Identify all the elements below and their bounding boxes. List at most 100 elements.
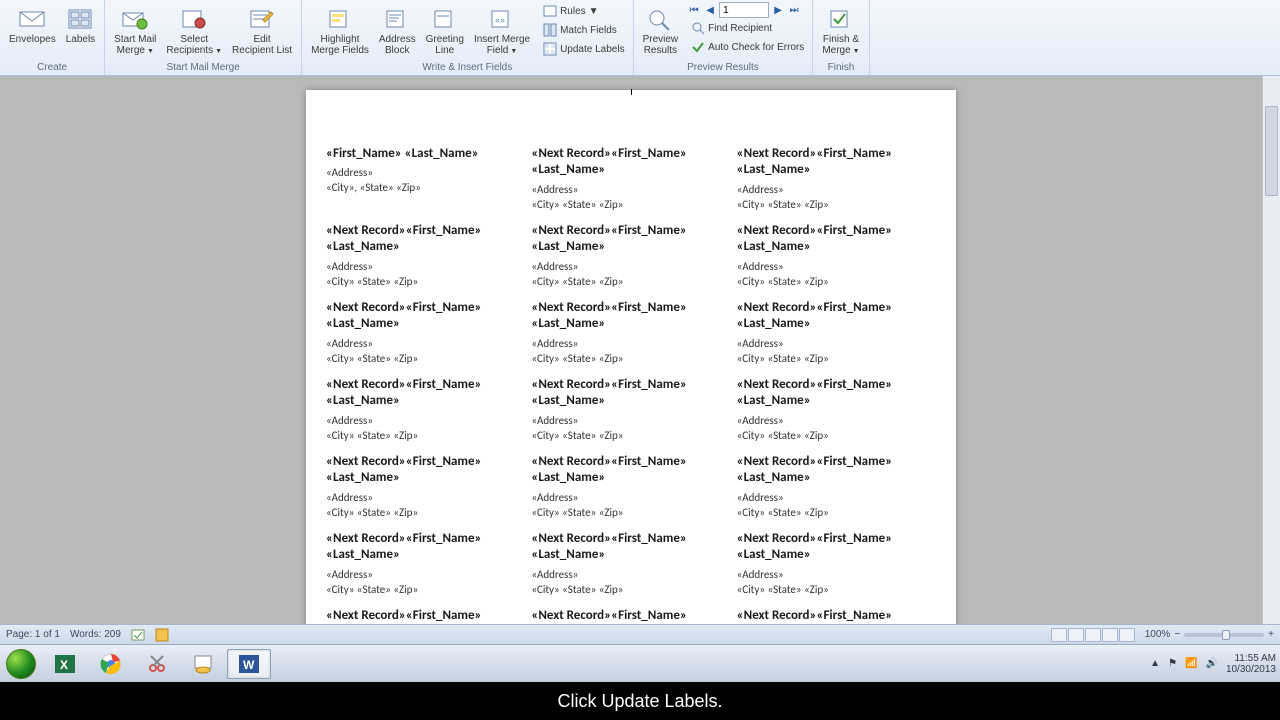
label-cell[interactable]: «Next Record»«First_Name» «Last_Name»«Ad…	[531, 223, 730, 300]
start-button[interactable]	[0, 645, 42, 683]
label-cell[interactable]: «Next Record»«First_Name» «Last_Name»«Ad…	[326, 531, 525, 608]
rules-button[interactable]: Rules▼	[539, 2, 629, 20]
mail-merge-icon	[121, 5, 149, 33]
tray-up-icon[interactable]: ▲	[1150, 658, 1160, 669]
zoom-slider[interactable]	[1184, 633, 1264, 637]
match-fields-icon	[543, 23, 557, 37]
tray-clock[interactable]: 11:55 AM 10/30/2013	[1226, 653, 1276, 675]
preview-icon	[646, 5, 674, 33]
record-number-input[interactable]	[719, 2, 769, 18]
windows-logo-icon	[6, 649, 36, 679]
taskbar-word[interactable]: W	[227, 649, 271, 679]
label-cell[interactable]: «Next Record»«First_Name» «Last_Name»«Ad…	[737, 146, 936, 223]
tray-volume-icon[interactable]: 🔊	[1205, 658, 1217, 669]
label-cell[interactable]: «Next Record»«First_Name» «Last_Name»«Ad…	[326, 223, 525, 300]
video-caption: Click Update Labels.	[0, 682, 1280, 720]
highlight-merge-fields-button[interactable]: Highlight Merge Fields	[306, 2, 374, 59]
label-cell[interactable]: «Next Record»«First_Name» «Last_Name»«Ad…	[531, 531, 730, 608]
prev-record-button[interactable]: ◀	[703, 3, 717, 17]
start-mail-merge-button[interactable]: Start Mail Merge▼	[109, 2, 161, 59]
zoom-percent[interactable]: 100%	[1145, 629, 1171, 640]
status-bar: Page: 1 of 1 Words: 209 100% − +	[0, 624, 1280, 644]
view-draft[interactable]	[1119, 628, 1135, 642]
zoom-slider-knob[interactable]	[1222, 630, 1230, 640]
edit-list-icon	[248, 5, 276, 33]
system-tray: ▲ ⚑ 📶 🔊 11:55 AM 10/30/2013	[1150, 653, 1280, 675]
record-navigation: ⏮ ◀ ▶ ⏭	[687, 2, 808, 18]
document-page[interactable]: «First_Name» «Last_Name»«Address»«City»,…	[306, 90, 956, 644]
view-full-screen[interactable]	[1068, 628, 1084, 642]
zoom-in-button[interactable]: +	[1268, 629, 1274, 640]
next-record-button[interactable]: ▶	[771, 3, 785, 17]
finish-merge-button[interactable]: Finish & Merge▼	[817, 2, 864, 59]
update-labels-button[interactable]: Update Labels	[539, 40, 629, 58]
label-cell[interactable]: «Next Record»«First_Name» «Last_Name»«Ad…	[737, 300, 936, 377]
view-web-layout[interactable]	[1085, 628, 1101, 642]
ribbon-group-create: Envelopes Labels Create	[0, 0, 105, 75]
zoom-control: 100% − +	[1145, 629, 1274, 640]
view-print-layout[interactable]	[1051, 628, 1067, 642]
label-cell[interactable]: «Next Record»«First_Name» «Last_Name»«Ad…	[531, 146, 730, 223]
ruler-cursor-marker	[631, 89, 632, 95]
labels-grid: «First_Name» «Last_Name»«Address»«City»,…	[326, 146, 936, 644]
status-page[interactable]: Page: 1 of 1	[6, 629, 60, 640]
labels-button[interactable]: Labels	[61, 2, 100, 48]
edit-recipient-list-button[interactable]: Edit Recipient List	[227, 2, 297, 59]
status-words[interactable]: Words: 209	[70, 629, 121, 640]
address-block-button[interactable]: Address Block	[374, 2, 421, 59]
label-cell[interactable]: «Next Record»«First_Name» «Last_Name»«Ad…	[326, 377, 525, 454]
group-label-wif: Write & Insert Fields	[306, 61, 629, 75]
app-window: Envelopes Labels Create Start Mail Merge…	[0, 0, 1280, 644]
envelopes-button[interactable]: Envelopes	[4, 2, 61, 48]
view-outline[interactable]	[1102, 628, 1118, 642]
last-record-button[interactable]: ⏭	[787, 3, 801, 17]
insert-field-icon: «»	[488, 5, 516, 33]
label-cell[interactable]: «First_Name» «Last_Name»«Address»«City»,…	[326, 146, 525, 223]
envelope-icon	[18, 5, 46, 33]
label-cell[interactable]: «Next Record»«First_Name» «Last_Name»«Ad…	[531, 300, 730, 377]
first-record-button[interactable]: ⏮	[687, 3, 701, 17]
auto-check-errors-button[interactable]: Auto Check for Errors	[687, 38, 808, 56]
preview-results-button[interactable]: Preview Results	[638, 2, 684, 59]
finish-icon	[827, 5, 855, 33]
labels-icon	[66, 5, 94, 33]
tray-flag-icon[interactable]: ⚑	[1168, 658, 1177, 669]
chevron-down-icon: ▼	[589, 6, 599, 17]
ribbon: Envelopes Labels Create Start Mail Merge…	[0, 0, 1280, 76]
update-labels-icon	[543, 42, 557, 56]
insert-merge-field-button[interactable]: «» Insert Merge Field▼	[469, 2, 535, 59]
vertical-scrollbar[interactable]	[1262, 76, 1280, 644]
label-cell[interactable]: «Next Record»«First_Name» «Last_Name»«Ad…	[326, 300, 525, 377]
group-label-preview: Preview Results	[638, 61, 809, 75]
spelling-icon[interactable]	[131, 628, 145, 642]
rules-icon	[543, 4, 557, 18]
zoom-out-button[interactable]: −	[1174, 629, 1180, 640]
select-recipients-button[interactable]: Select Recipients▼	[161, 2, 227, 59]
label-cell[interactable]: «Next Record»«First_Name» «Last_Name»«Ad…	[531, 377, 730, 454]
document-workspace[interactable]: «First_Name» «Last_Name»«Address»«City»,…	[0, 76, 1262, 644]
taskbar-paint[interactable]	[181, 649, 225, 679]
chevron-down-icon: ▼	[510, 48, 517, 55]
match-fields-button[interactable]: Match Fields	[539, 21, 629, 39]
chevron-down-icon: ▼	[853, 48, 860, 55]
label-cell[interactable]: «Next Record»«First_Name» «Last_Name»«Ad…	[737, 454, 936, 531]
svg-text:W: W	[243, 658, 255, 672]
chevron-down-icon: ▼	[215, 48, 222, 55]
tray-network-icon[interactable]: 📶	[1185, 658, 1197, 669]
find-recipient-button[interactable]: Find Recipient	[687, 19, 808, 37]
label-cell[interactable]: «Next Record»«First_Name» «Last_Name»«Ad…	[531, 454, 730, 531]
taskbar-excel[interactable]: X	[43, 649, 87, 679]
highlight-icon	[326, 5, 354, 33]
greeting-line-button[interactable]: Greeting Line	[421, 2, 469, 59]
label-cell[interactable]: «Next Record»«First_Name» «Last_Name»«Ad…	[326, 454, 525, 531]
taskbar-snipping[interactable]	[135, 649, 179, 679]
taskbar-chrome[interactable]	[89, 649, 133, 679]
label-cell[interactable]: «Next Record»«First_Name» «Last_Name»«Ad…	[737, 377, 936, 454]
greeting-icon	[431, 5, 459, 33]
macro-icon[interactable]	[155, 628, 169, 642]
scrollbar-thumb[interactable]	[1265, 106, 1278, 196]
ribbon-group-start-mail-merge: Start Mail Merge▼ Select Recipients▼ Edi…	[105, 0, 302, 75]
group-label-smm: Start Mail Merge	[109, 61, 297, 75]
label-cell[interactable]: «Next Record»«First_Name» «Last_Name»«Ad…	[737, 223, 936, 300]
label-cell[interactable]: «Next Record»«First_Name» «Last_Name»«Ad…	[737, 531, 936, 608]
